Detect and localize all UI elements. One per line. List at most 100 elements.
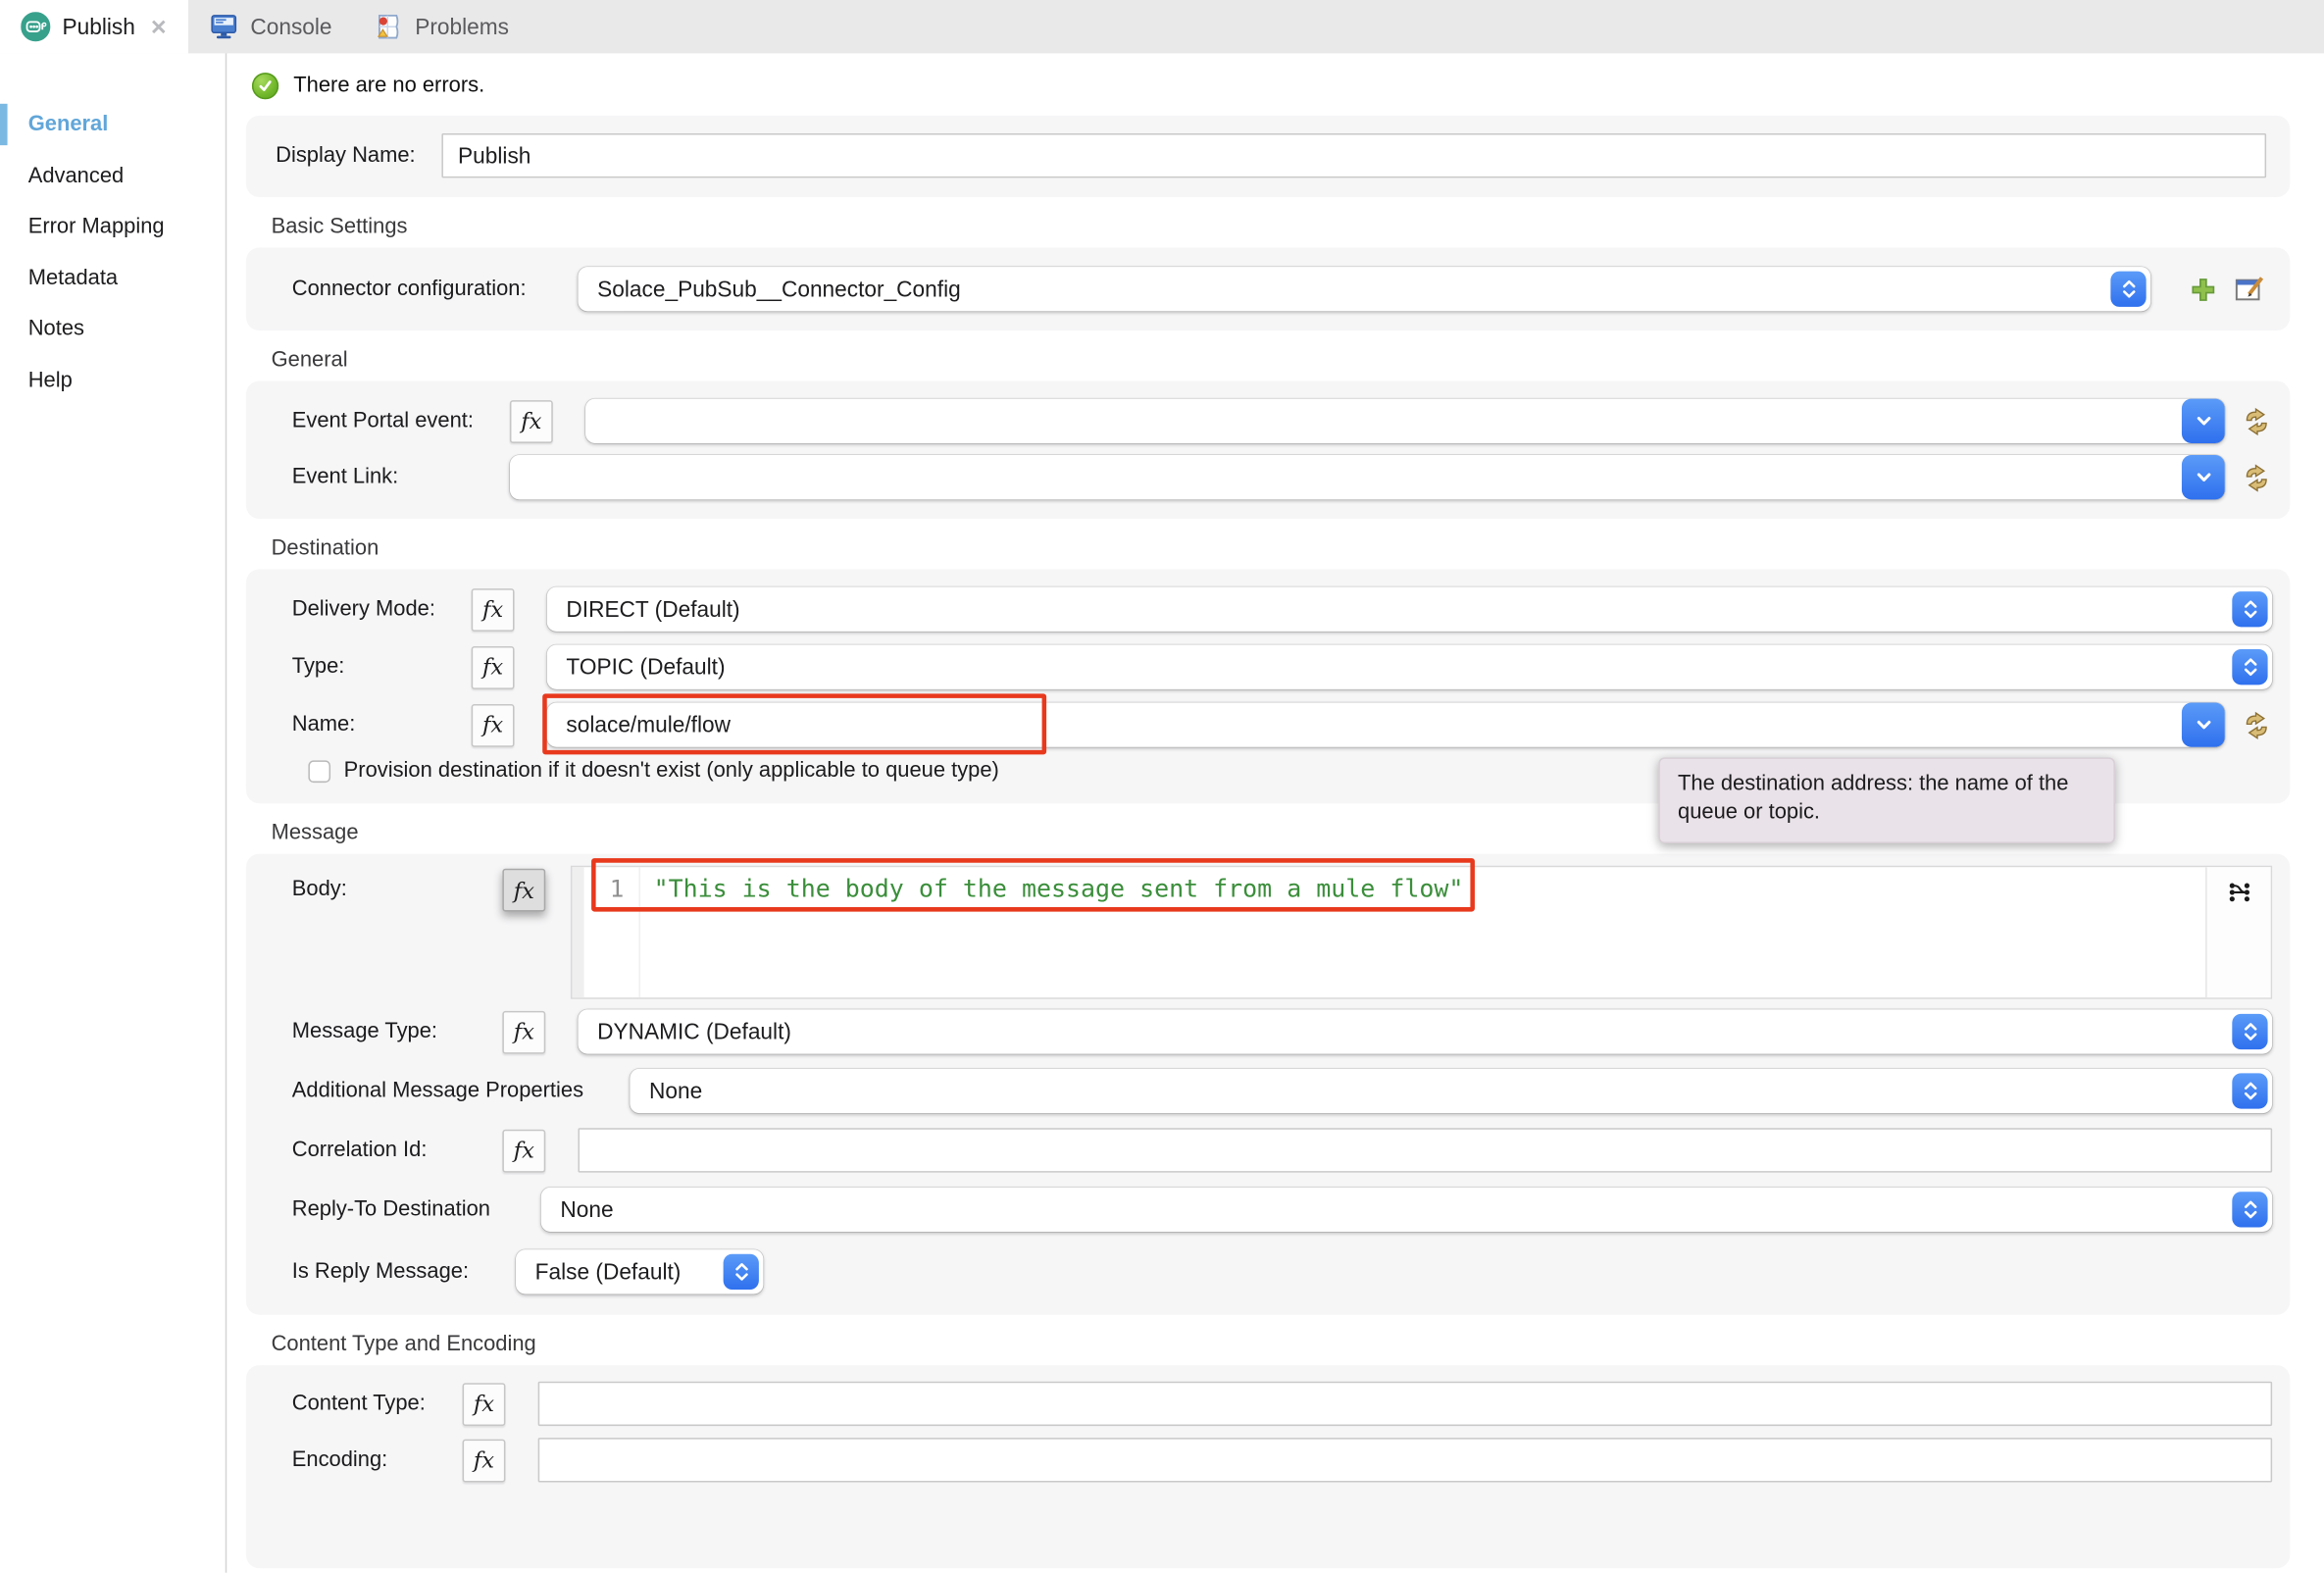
tab-problems-label: Problems bbox=[415, 14, 509, 39]
content-type-label: Content Type: bbox=[292, 1392, 463, 1415]
event-link-label: Event Link: bbox=[292, 466, 510, 489]
sidebar-item-metadata[interactable]: Metadata bbox=[0, 253, 226, 304]
console-icon bbox=[209, 13, 238, 41]
destination-name-label: Name: bbox=[292, 713, 472, 736]
validation-status: There are no errors. bbox=[252, 73, 2290, 99]
display-name-label: Display Name: bbox=[276, 144, 441, 168]
is-reply-select[interactable]: False (Default) bbox=[516, 1249, 763, 1294]
refresh-icon[interactable] bbox=[2241, 463, 2272, 491]
message-type-select[interactable]: DYNAMIC (Default) bbox=[578, 1009, 2272, 1053]
message-type-label: Message Type: bbox=[292, 1020, 503, 1043]
event-link-combobox[interactable] bbox=[510, 455, 2225, 499]
edit-config-button[interactable] bbox=[2235, 275, 2264, 303]
close-tab-icon[interactable]: ✕ bbox=[150, 14, 168, 39]
fx-toggle-correlation-id[interactable]: fx bbox=[502, 1129, 545, 1172]
type-label: Type: bbox=[292, 655, 472, 679]
correlation-id-label: Correlation Id: bbox=[292, 1139, 503, 1162]
message-panel: Body: fx 1 "This is the body of the mess… bbox=[246, 854, 2290, 1315]
fx-toggle-name[interactable]: fx bbox=[472, 703, 515, 746]
tab-bar: Publish ✕ Console Problems bbox=[0, 0, 2324, 53]
tab-publish-label: Publish bbox=[62, 14, 134, 39]
encoding-label: Encoding: bbox=[292, 1448, 463, 1472]
stepper-icon[interactable] bbox=[2232, 649, 2267, 685]
sidebar-item-notes[interactable]: Notes bbox=[0, 304, 226, 355]
reply-to-value: None bbox=[560, 1197, 613, 1223]
sidebar-item-general[interactable]: General bbox=[0, 99, 226, 150]
refresh-icon[interactable] bbox=[2241, 711, 2272, 739]
display-name-panel: Display Name: bbox=[246, 116, 2290, 197]
fx-toggle-type[interactable]: fx bbox=[472, 645, 515, 688]
chevron-down-icon[interactable] bbox=[2182, 399, 2225, 443]
additional-properties-value: None bbox=[649, 1079, 702, 1104]
no-errors-check-icon bbox=[252, 73, 278, 99]
stepper-icon[interactable] bbox=[724, 1254, 759, 1290]
fx-toggle-event-portal[interactable]: fx bbox=[510, 399, 553, 442]
correlation-id-input[interactable] bbox=[578, 1128, 2272, 1172]
message-type-value: DYNAMIC (Default) bbox=[597, 1019, 791, 1044]
basic-settings-panel: Connector configuration: Solace_PubSub__… bbox=[246, 247, 2290, 330]
sidebar-item-advanced[interactable]: Advanced bbox=[0, 150, 226, 201]
sidebar-item-help[interactable]: Help bbox=[0, 355, 226, 406]
editor-gutter bbox=[572, 867, 583, 997]
stepper-icon[interactable] bbox=[2232, 1014, 2267, 1049]
stepper-icon[interactable] bbox=[2110, 272, 2146, 307]
reply-to-select[interactable]: None bbox=[541, 1188, 2272, 1232]
event-portal-event-combobox[interactable] bbox=[585, 399, 2225, 443]
fx-toggle-delivery-mode[interactable]: fx bbox=[472, 587, 515, 631]
refresh-icon[interactable] bbox=[2241, 407, 2272, 435]
content-type-panel: Content Type: fx Encoding: fx bbox=[246, 1365, 2290, 1568]
is-reply-label: Is Reply Message: bbox=[292, 1260, 516, 1284]
section-content-type-encoding: Content Type and Encoding bbox=[272, 1333, 2291, 1356]
delivery-mode-label: Delivery Mode: bbox=[292, 597, 472, 621]
fx-toggle-body[interactable]: fx bbox=[502, 869, 545, 912]
editor-code-line[interactable]: "This is the body of the message sent fr… bbox=[640, 867, 2205, 997]
section-destination: Destination bbox=[272, 536, 2291, 560]
body-label: Body: bbox=[292, 878, 503, 901]
delivery-mode-select[interactable]: DIRECT (Default) bbox=[547, 587, 2272, 632]
additional-properties-label: Additional Message Properties bbox=[292, 1079, 631, 1102]
display-name-input[interactable] bbox=[441, 133, 2266, 178]
provision-destination-label: Provision destination if it doesn't exis… bbox=[344, 759, 999, 783]
provision-destination-checkbox[interactable] bbox=[308, 760, 330, 783]
connector-config-select[interactable]: Solace_PubSub__Connector_Config bbox=[578, 267, 2150, 311]
tab-problems[interactable]: Problems bbox=[353, 0, 530, 53]
is-reply-value: False (Default) bbox=[535, 1259, 682, 1285]
destination-name-value: solace/mule/flow bbox=[566, 712, 731, 737]
tooltip: The destination address: the name of the… bbox=[1658, 757, 2115, 842]
sidebar-item-error-mapping[interactable]: Error Mapping bbox=[0, 202, 226, 253]
status-text: There are no errors. bbox=[293, 75, 484, 98]
transform-shuffle-icon[interactable] bbox=[2227, 881, 2250, 904]
connector-config-label: Connector configuration: bbox=[292, 278, 579, 301]
connector-config-value: Solace_PubSub__Connector_Config bbox=[597, 277, 961, 302]
section-general: General bbox=[272, 348, 2291, 372]
chevron-down-icon[interactable] bbox=[2182, 455, 2225, 499]
body-code-editor[interactable]: 1 "This is the body of the message sent … bbox=[571, 866, 2272, 999]
fx-toggle-content-type[interactable]: fx bbox=[463, 1382, 506, 1425]
delivery-mode-value: DIRECT (Default) bbox=[566, 596, 739, 622]
add-config-button[interactable] bbox=[2191, 277, 2216, 302]
editor-toolbar bbox=[2205, 867, 2271, 997]
general-panel: Event Portal event: fx Event Link: bbox=[246, 381, 2290, 519]
event-portal-event-label: Event Portal event: bbox=[292, 409, 510, 432]
tab-publish[interactable]: Publish ✕ bbox=[0, 0, 188, 53]
additional-properties-select[interactable]: None bbox=[630, 1069, 2272, 1113]
type-select[interactable]: TOPIC (Default) bbox=[547, 645, 2272, 689]
stepper-icon[interactable] bbox=[2232, 591, 2267, 627]
content-type-input[interactable] bbox=[538, 1382, 2272, 1426]
publish-connector-icon bbox=[21, 12, 50, 41]
stepper-icon[interactable] bbox=[2232, 1192, 2267, 1227]
tab-console[interactable]: Console bbox=[188, 0, 353, 53]
section-basic-settings: Basic Settings bbox=[272, 215, 2291, 238]
fx-toggle-message-type[interactable]: fx bbox=[502, 1010, 545, 1053]
reply-to-label: Reply-To Destination bbox=[292, 1197, 541, 1221]
app-window: Publish ✕ Console Problems General Advan… bbox=[0, 0, 2324, 1573]
stepper-icon[interactable] bbox=[2232, 1073, 2267, 1108]
fx-toggle-encoding[interactable]: fx bbox=[463, 1439, 506, 1482]
chevron-down-icon[interactable] bbox=[2182, 702, 2225, 746]
encoding-input[interactable] bbox=[538, 1438, 2272, 1482]
editor-line-number: 1 bbox=[584, 867, 640, 997]
destination-name-combobox[interactable]: solace/mule/flow bbox=[547, 702, 2225, 746]
tab-console-label: Console bbox=[250, 14, 331, 39]
problems-icon bbox=[374, 12, 403, 41]
settings-nav: General Advanced Error Mapping Metadata … bbox=[0, 53, 227, 1572]
